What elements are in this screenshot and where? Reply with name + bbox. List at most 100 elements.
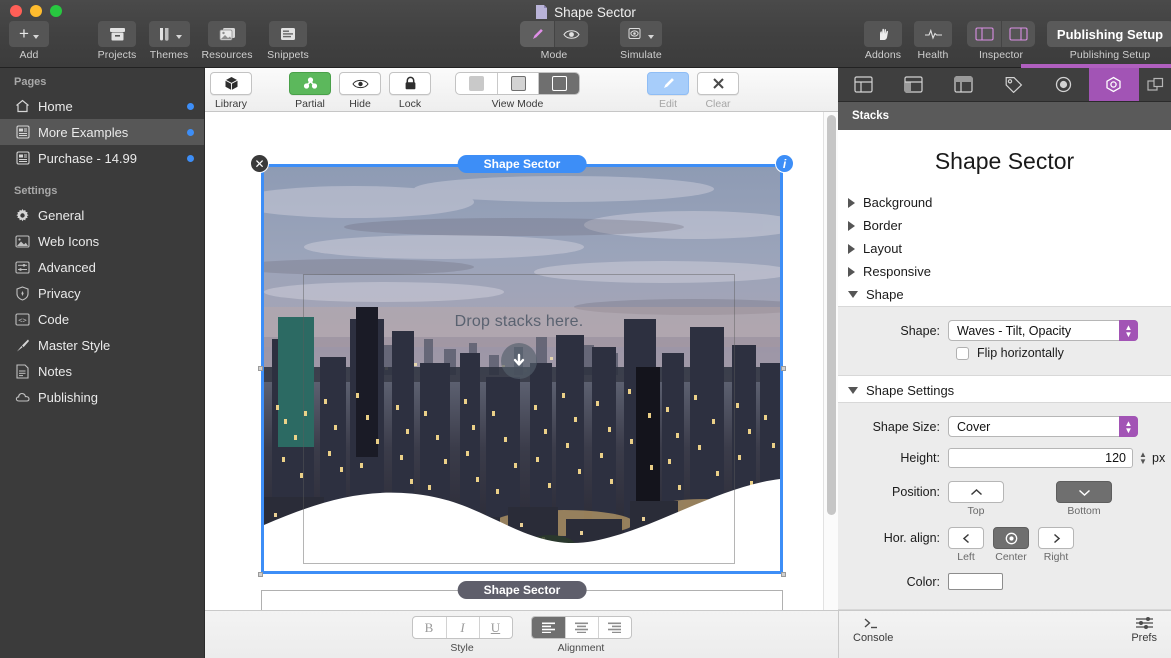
sidebar-item-master-style[interactable]: Master Style xyxy=(0,332,204,358)
view-mode-control[interactable]: View Mode xyxy=(455,72,580,110)
edit-button[interactable]: Edit xyxy=(647,72,689,110)
toolbar-projects-button[interactable]: Projects xyxy=(92,21,142,61)
inspector-tab-stacks[interactable] xyxy=(1088,68,1140,101)
position-top-button[interactable] xyxy=(948,481,1004,503)
align-center-option[interactable] xyxy=(993,527,1029,549)
align-right-option[interactable] xyxy=(1038,527,1074,549)
inspector-tab-windows[interactable] xyxy=(1139,68,1171,101)
inspector-segmented-control[interactable] xyxy=(967,21,1035,47)
prefs-button[interactable]: Prefs xyxy=(1131,616,1157,644)
info-icon[interactable]: i xyxy=(775,154,794,173)
hor-align-label: Hor. align: xyxy=(883,531,940,545)
toolbar-simulate-button[interactable]: Simulate xyxy=(612,21,670,61)
sidebar-status-dot xyxy=(187,128,194,136)
toolbar-themes-button[interactable]: Themes xyxy=(144,21,194,61)
underline-button[interactable]: U xyxy=(478,617,512,638)
toolbar-health-button[interactable]: Health xyxy=(910,21,956,61)
stacks-icon xyxy=(303,77,317,89)
bold-button[interactable]: B xyxy=(413,617,446,638)
sidebar-item-more-examples[interactable]: More Examples xyxy=(0,119,204,145)
align-left-option[interactable] xyxy=(948,527,984,549)
mode-preview-option[interactable] xyxy=(554,21,588,47)
windows-icon xyxy=(1146,77,1163,91)
sidebar-item-advanced[interactable]: Advanced xyxy=(0,254,204,280)
section-border[interactable]: Border xyxy=(838,214,1171,237)
toolbar-inspector-control[interactable]: Inspector xyxy=(962,21,1040,61)
left-panel-toggle[interactable] xyxy=(967,21,1001,47)
sidebar-item-purchase-label: Purchase - 14.99 xyxy=(38,150,138,166)
clear-button[interactable]: Clear xyxy=(697,72,739,110)
height-value: 120 xyxy=(1105,451,1126,465)
toolbar-mode-label: Mode xyxy=(540,49,568,61)
shield-icon xyxy=(14,285,31,302)
sidebar-item-web-icons[interactable]: Web Icons xyxy=(0,228,204,254)
publishing-setup-button-label[interactable]: Publishing Setup xyxy=(1046,21,1171,47)
sidebar-item-publishing[interactable]: Publishing xyxy=(0,384,204,410)
align-center-button[interactable] xyxy=(564,617,598,638)
selected-square-icon xyxy=(551,76,567,91)
view-mode-segmented-control[interactable] xyxy=(455,72,580,95)
height-unit: px xyxy=(1152,451,1166,465)
height-stepper[interactable]: ▲ ▼ xyxy=(1137,451,1149,466)
shape-select[interactable]: Waves - Tilt, Opacity ▲ ▼ xyxy=(948,320,1138,341)
height-input[interactable]: 120 xyxy=(948,448,1133,468)
sidebar-item-home[interactable]: Home xyxy=(0,93,204,119)
resize-handle-left[interactable] xyxy=(258,366,263,371)
shape-size-select[interactable]: Cover ▲ ▼ xyxy=(948,416,1138,437)
page-canvas[interactable]: Drop stacks here. Shape Sector ✕ i Shape… xyxy=(205,112,838,658)
toolbar-add-button[interactable]: + Add xyxy=(8,21,50,61)
right-panel-toggle[interactable] xyxy=(1001,21,1035,47)
alignment-segmented-control[interactable] xyxy=(530,616,632,639)
align-left-button[interactable] xyxy=(531,617,565,638)
position-bottom-button[interactable] xyxy=(1056,481,1112,503)
inspector-tab-tags[interactable] xyxy=(989,68,1039,101)
lower-stack-title-badge[interactable]: Shape Sector xyxy=(457,581,587,599)
selected-stack[interactable]: Drop stacks here. Shape Sector ✕ i xyxy=(250,154,794,577)
close-icon[interactable]: ✕ xyxy=(250,154,269,173)
inspector-tab-header[interactable] xyxy=(938,68,988,101)
sidebar-item-purchase[interactable]: Purchase - 14.99 xyxy=(0,145,204,171)
toolbar-mode-control[interactable]: Mode xyxy=(508,21,600,61)
lock-icon xyxy=(405,76,415,90)
sidebar-item-notes[interactable]: Notes xyxy=(0,358,204,384)
sidebar-item-code[interactable]: <> Code xyxy=(0,306,204,332)
mode-edit-option[interactable] xyxy=(520,21,554,47)
toolbar-snippets-button[interactable]: Snippets xyxy=(260,21,316,61)
resize-handle-bottom-right[interactable] xyxy=(781,572,786,577)
align-right-button[interactable] xyxy=(597,617,631,638)
italic-button[interactable]: I xyxy=(445,617,479,638)
resize-handle-right[interactable] xyxy=(781,366,786,371)
page-icon xyxy=(14,150,31,167)
library-button[interactable]: Library xyxy=(210,72,252,110)
view-mode-option-1[interactable] xyxy=(456,73,497,94)
view-mode-option-2[interactable] xyxy=(497,73,538,94)
toolbar-publishing-button[interactable]: Publishing Setup Publishing Setup xyxy=(1046,21,1171,61)
section-background[interactable]: Background xyxy=(838,191,1171,214)
flip-horizontally-checkbox[interactable] xyxy=(956,346,969,360)
stack-title-badge[interactable]: Shape Sector xyxy=(457,155,587,173)
toolbar-addons-button[interactable]: Addons xyxy=(858,21,908,61)
hide-button[interactable]: Hide xyxy=(339,72,381,110)
section-layout[interactable]: Layout xyxy=(838,237,1171,260)
console-button[interactable]: Console xyxy=(853,616,893,644)
section-shape[interactable]: Shape xyxy=(838,283,1171,306)
style-segmented-control[interactable]: B I U xyxy=(411,616,513,639)
photos-icon xyxy=(219,27,235,40)
color-swatch[interactable] xyxy=(948,573,1003,590)
inspector-tab-page[interactable] xyxy=(838,68,888,101)
toolbar-resources-button[interactable]: Resources xyxy=(196,21,258,61)
inspector-tab-sidebar[interactable] xyxy=(888,68,938,101)
view-mode-option-3[interactable] xyxy=(538,73,579,94)
section-shape-settings[interactable]: Shape Settings xyxy=(838,379,1171,402)
inspector-tab-target[interactable] xyxy=(1039,68,1089,101)
partial-button[interactable]: Partial xyxy=(289,72,331,110)
scrollbar-thumb[interactable] xyxy=(827,115,836,515)
resize-handle-bottom-left[interactable] xyxy=(258,572,263,577)
sidebar-item-general[interactable]: General xyxy=(0,202,204,228)
mode-segmented-control[interactable] xyxy=(520,21,588,47)
section-responsive[interactable]: Responsive xyxy=(838,260,1171,283)
lock-button[interactable]: Lock xyxy=(389,72,431,110)
sidebar-item-privacy[interactable]: Privacy xyxy=(0,280,204,306)
canvas-vertical-scrollbar[interactable] xyxy=(823,112,838,658)
hide-label: Hide xyxy=(349,98,371,110)
